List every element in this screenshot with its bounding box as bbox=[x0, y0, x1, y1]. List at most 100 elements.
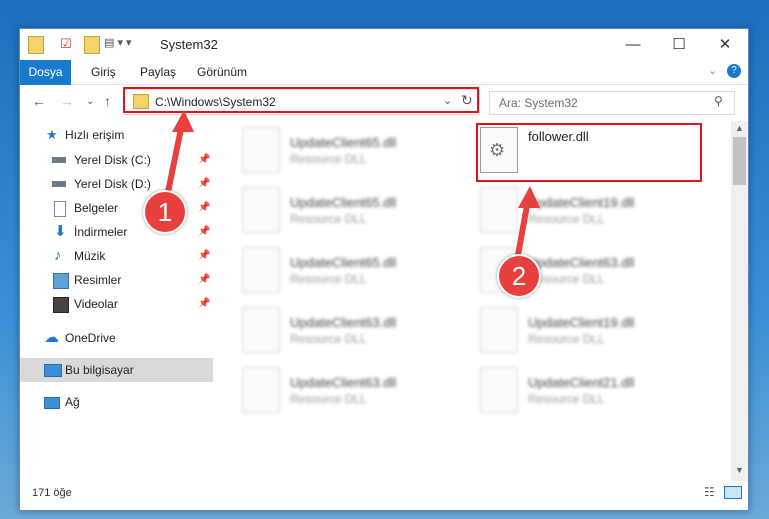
list-item[interactable]: UpdateClient65.dll Resource DLL bbox=[242, 127, 472, 179]
list-item[interactable]: UpdateClient65.dll Resource DLL bbox=[242, 247, 472, 299]
file-type: Resource DLL bbox=[290, 392, 367, 406]
sidebar-item-downloads[interactable]: ⬇ İndirmeler 📌 bbox=[20, 220, 213, 244]
file-highlight-box bbox=[476, 123, 702, 182]
sidebar-item-quick-access[interactable]: ★ Hızlı erişim bbox=[20, 123, 213, 147]
sidebar-item-label: OneDrive bbox=[65, 331, 116, 345]
scroll-up-icon[interactable]: ▲ bbox=[735, 123, 744, 133]
scrollbar-thumb[interactable] bbox=[733, 137, 746, 185]
address-highlight-box bbox=[123, 87, 479, 113]
tab-gorunum[interactable]: Görünüm bbox=[197, 60, 247, 84]
list-item[interactable]: UpdateClient19.dll Resource DLL bbox=[480, 187, 710, 239]
sidebar-item-label: İndirmeler bbox=[74, 225, 128, 239]
file-name: UpdateClient21.dll bbox=[528, 375, 635, 390]
new-folder-icon[interactable] bbox=[84, 36, 100, 54]
file-type: Resource DLL bbox=[528, 392, 605, 406]
large-icons-view-icon[interactable] bbox=[724, 486, 742, 499]
file-type: Resource DLL bbox=[290, 212, 367, 226]
gear-file-icon bbox=[480, 187, 518, 233]
sidebar-item-disk-c[interactable]: Yerel Disk (C:) 📌 bbox=[20, 148, 213, 172]
file-name: UpdateClient19.dll bbox=[528, 315, 635, 330]
sidebar-item-label: Yerel Disk (C:) bbox=[74, 153, 151, 167]
sidebar-item-label: Bu bilgisayar bbox=[65, 363, 134, 377]
drive-icon bbox=[52, 181, 66, 187]
pin-icon[interactable]: 📌 bbox=[198, 148, 210, 172]
tab-paylas[interactable]: Paylaş bbox=[140, 60, 176, 84]
list-item[interactable]: UpdateClient21.dll Resource DLL bbox=[480, 367, 710, 419]
gear-file-icon bbox=[242, 187, 280, 233]
list-item[interactable]: UpdateClient63.dll Resource DLL bbox=[242, 307, 472, 359]
file-name: UpdateClient19.dll bbox=[528, 195, 635, 210]
sidebar-item-videos[interactable]: Videolar 📌 bbox=[20, 292, 213, 316]
file-type: Resource DLL bbox=[290, 152, 367, 166]
gear-file-icon bbox=[242, 307, 280, 353]
item-count: 171 öğe bbox=[32, 487, 72, 499]
maximize-button[interactable]: ☐ bbox=[656, 29, 702, 60]
file-type: Resource DLL bbox=[290, 272, 367, 286]
help-icon[interactable]: ? bbox=[727, 64, 741, 78]
sidebar-item-label: Videolar bbox=[74, 297, 118, 311]
minimize-button[interactable]: — bbox=[610, 29, 656, 60]
sidebar-item-disk-d[interactable]: Yerel Disk (D:) 📌 bbox=[20, 172, 213, 196]
gear-file-icon bbox=[480, 367, 518, 413]
expand-ribbon-icon[interactable]: ⌄ bbox=[708, 64, 717, 77]
details-view-icon[interactable]: ☷ bbox=[704, 485, 715, 499]
star-icon: ★ bbox=[46, 127, 58, 142]
cloud-icon: ☁ bbox=[44, 329, 59, 346]
file-name: UpdateClient65.dll bbox=[290, 195, 397, 210]
scroll-down-icon[interactable]: ▼ bbox=[735, 465, 744, 475]
pin-icon[interactable]: 📌 bbox=[198, 292, 210, 316]
pin-icon[interactable]: 📌 bbox=[198, 268, 210, 292]
search-input[interactable]: Ara: System32 ⚲ bbox=[489, 91, 735, 115]
pin-icon[interactable]: 📌 bbox=[198, 244, 210, 268]
pin-icon[interactable]: 📌 bbox=[198, 196, 210, 220]
sidebar-item-label: Yerel Disk (D:) bbox=[74, 177, 151, 191]
list-item[interactable]: UpdateClient65.dll Resource DLL bbox=[242, 187, 472, 239]
explorer-window: ☑ ▤ ▾ ▾ System32 — ☐ ✕ Dosya Giriş Payla… bbox=[19, 28, 749, 511]
file-name: UpdateClient63.dll bbox=[290, 375, 397, 390]
sidebar-item-label: Hızlı erişim bbox=[65, 128, 125, 142]
properties-icon[interactable]: ☑ bbox=[60, 36, 74, 52]
vertical-scrollbar[interactable]: ▲ ▼ bbox=[731, 121, 748, 481]
close-button[interactable]: ✕ bbox=[702, 29, 748, 60]
status-bar: 171 öğe ☷ bbox=[20, 479, 748, 509]
file-name: UpdateClient63.dll bbox=[528, 255, 635, 270]
back-button[interactable]: ← bbox=[32, 93, 46, 109]
forward-button[interactable]: → bbox=[60, 93, 74, 109]
pin-icon[interactable]: 📌 bbox=[198, 172, 210, 196]
folder-icon bbox=[28, 36, 44, 54]
file-type: Resource DLL bbox=[528, 332, 605, 346]
title-bar: ☑ ▤ ▾ ▾ System32 — ☐ ✕ bbox=[20, 29, 748, 60]
sidebar-item-label: Müzik bbox=[74, 249, 106, 263]
sidebar-item-this-pc[interactable]: Bu bilgisayar bbox=[20, 358, 213, 382]
recent-locations-icon[interactable]: ⌄ bbox=[86, 96, 94, 107]
sidebar-item-music[interactable]: ♪ Müzik 📌 bbox=[20, 244, 213, 268]
gear-file-icon bbox=[242, 127, 280, 173]
file-name: UpdateClient63.dll bbox=[290, 315, 397, 330]
navigation-pane: ★ Hızlı erişim Yerel Disk (C:) 📌 Yerel D… bbox=[20, 121, 213, 468]
gear-file-icon bbox=[242, 367, 280, 413]
step-badge-1: 1 bbox=[143, 190, 187, 234]
gear-file-icon bbox=[480, 307, 518, 353]
up-button[interactable]: ↑ bbox=[104, 93, 111, 109]
network-icon bbox=[44, 397, 60, 409]
sidebar-item-label: Ağ bbox=[65, 395, 80, 409]
search-icon[interactable]: ⚲ bbox=[714, 94, 723, 108]
tab-giris[interactable]: Giriş bbox=[91, 60, 116, 84]
list-item[interactable]: UpdateClient63.dll Resource DLL bbox=[242, 367, 472, 419]
list-item[interactable]: UpdateClient19.dll Resource DLL bbox=[480, 307, 710, 359]
customize-toolbar-icon[interactable]: ▤ ▾ ▾ bbox=[104, 36, 134, 52]
sidebar-item-network[interactable]: Ağ bbox=[20, 390, 213, 414]
step-badge-2: 2 bbox=[497, 254, 541, 298]
drive-icon bbox=[52, 157, 66, 163]
navigation-bar: ← → ⌄ ↑ C:\Windows\System32 ⌄ ↻ Ara: Sys… bbox=[20, 85, 748, 119]
pictures-icon bbox=[53, 273, 69, 289]
file-name: UpdateClient65.dll bbox=[290, 135, 397, 150]
pin-icon[interactable]: 📌 bbox=[198, 220, 210, 244]
sidebar-item-onedrive[interactable]: ☁ OneDrive bbox=[20, 326, 213, 350]
gear-file-icon bbox=[242, 247, 280, 293]
music-note-icon: ♪ bbox=[54, 247, 62, 264]
sidebar-item-pictures[interactable]: Resimler 📌 bbox=[20, 268, 213, 292]
computer-icon bbox=[44, 364, 62, 377]
window-title: System32 bbox=[160, 37, 218, 52]
file-type: Resource DLL bbox=[290, 332, 367, 346]
